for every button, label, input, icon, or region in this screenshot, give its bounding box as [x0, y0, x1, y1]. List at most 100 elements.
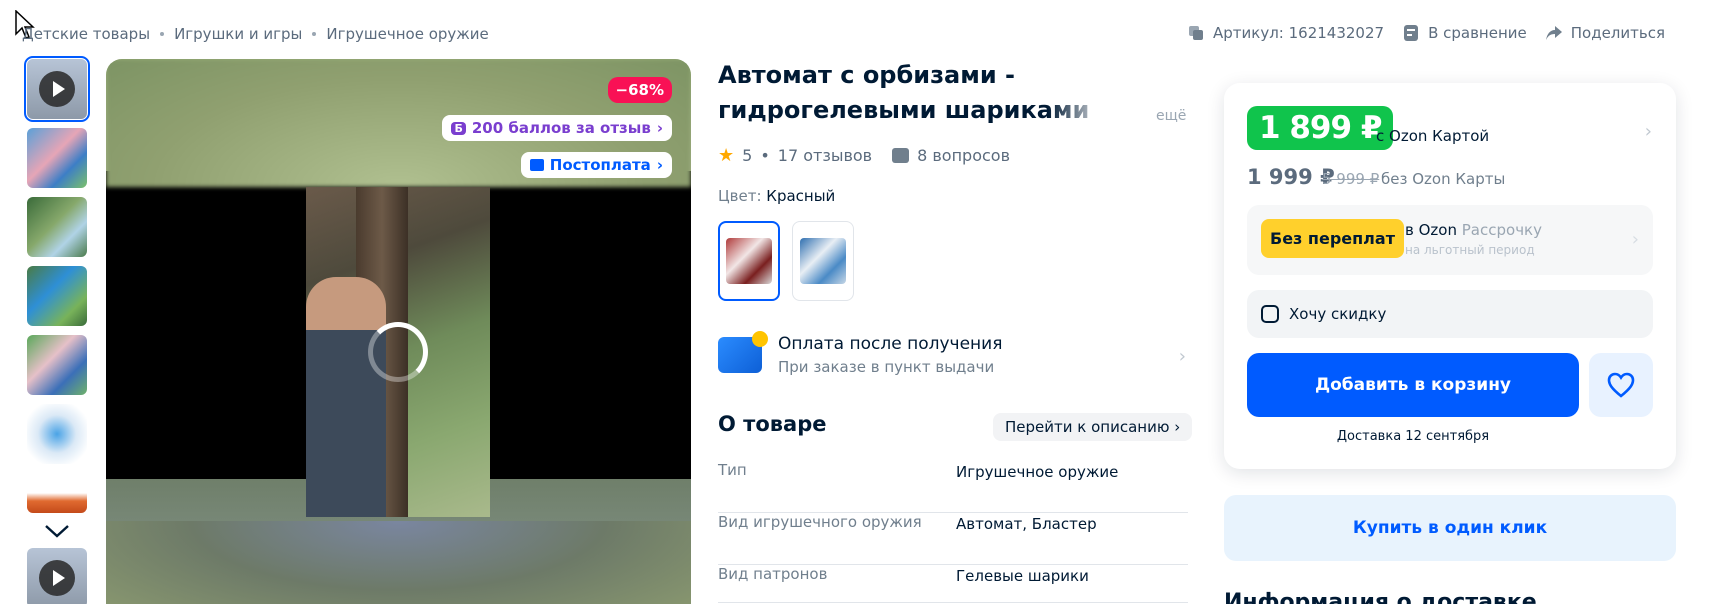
share-button[interactable]: Поделиться: [1545, 24, 1665, 42]
buy-one-click-button[interactable]: Купить в один клик: [1224, 495, 1676, 561]
delivery-info-heading: Информация о доставке: [1224, 590, 1537, 604]
title-more-link[interactable]: ещё: [1156, 108, 1186, 124]
installment-title-b: Рассрочку: [1461, 221, 1542, 239]
points-icon: Б: [451, 121, 466, 135]
price-box: 1 899 ₽ с Ozon Картой › 1 999 ₽ 5 999 ₽ …: [1224, 83, 1676, 469]
installment-offer[interactable]: Без переплат в Ozon Рассрочку на льготны…: [1247, 205, 1653, 275]
copy-icon: [1189, 26, 1203, 40]
postpay-info[interactable]: Оплата после получения При заказе в пунк…: [718, 330, 1186, 380]
compare-label: В сравнение: [1428, 24, 1527, 42]
favorite-button[interactable]: [1589, 353, 1653, 417]
spec-value: Гелевые шарики: [956, 567, 1089, 585]
delivery-date: Доставка 12 сентября: [1336, 429, 1490, 444]
card-payment-icon: [718, 331, 768, 373]
want-discount-button[interactable]: Хочу скидку: [1247, 290, 1653, 338]
postpay-subtitle: При заказе в пункт выдачи: [778, 358, 995, 376]
old-price: 5 999 ₽: [1322, 170, 1380, 188]
breadcrumb-separator: [160, 32, 165, 36]
thumbnail-image[interactable]: [27, 266, 87, 326]
thumbnail-image[interactable]: [27, 473, 87, 513]
product-video[interactable]: [306, 187, 490, 517]
copy-article-button[interactable]: Артикул: 1621432027: [1187, 24, 1384, 42]
thumbnail-image[interactable]: [27, 404, 87, 464]
spec-value: Игрушечное оружие: [956, 463, 1119, 481]
chevron-right-icon: ›: [1178, 346, 1186, 367]
spec-key: Вид игрушечного оружия: [718, 513, 922, 531]
installment-title-a: в Ozon: [1405, 221, 1457, 239]
add-to-cart-button[interactable]: Добавить в корзину: [1247, 353, 1579, 417]
article-number: Артикул: 1621432027: [1213, 24, 1385, 42]
color-label: Цвет: Красный: [718, 187, 835, 205]
review-points-badge[interactable]: Б 200 баллов за отзыв ›: [442, 115, 672, 141]
product-info: Автомат с орбизами - гидрогелевыми шарик…: [718, 58, 1188, 128]
video-backdrop: [106, 521, 691, 604]
installment-title: в Ozon Рассрочку: [1405, 221, 1542, 239]
installment-subtitle: на льготный период: [1405, 243, 1535, 257]
loading-spinner-icon: [368, 322, 428, 382]
rating-row: ★ 5 • 17 отзывов 8 вопросов: [718, 145, 1010, 166]
question-icon: [892, 148, 910, 163]
compare-button[interactable]: В сравнение: [1402, 24, 1527, 42]
questions-count: 8 вопросов: [917, 146, 1011, 165]
postpay-title: Оплата после получения: [778, 334, 1003, 354]
questions-link[interactable]: 8 вопросов: [892, 146, 1010, 165]
video-scene: [306, 277, 386, 517]
color-swatch-red[interactable]: [718, 221, 780, 301]
chevron-right-icon: ›: [656, 156, 663, 174]
spec-key: Тип: [718, 461, 747, 479]
breadcrumb-item-kids[interactable]: Детские товары: [22, 25, 150, 43]
want-discount-label: Хочу скидку: [1289, 305, 1387, 323]
spec-row: Вид игрушечного оружия Автомат, Бластер: [718, 513, 1188, 565]
star-icon: ★: [718, 145, 735, 166]
chevron-right-icon: ›: [1631, 229, 1639, 250]
spec-row: Вид патронов Гелевые шарики: [718, 565, 1188, 603]
discount-icon: [1261, 305, 1279, 323]
ozon-card-price: 1 899 ₽: [1247, 106, 1394, 150]
chevron-down-icon[interactable]: [43, 522, 71, 540]
thumbnail-image[interactable]: [27, 128, 87, 188]
spec-key: Вид патронов: [718, 565, 828, 583]
thumbnail-image[interactable]: [27, 335, 87, 395]
thumbnail-video[interactable]: [24, 56, 90, 122]
color-label-key: Цвет:: [718, 187, 762, 205]
play-icon: [39, 560, 75, 596]
rating-value: 5: [742, 146, 753, 165]
compare-icon: [1404, 25, 1419, 41]
top-actions: Артикул: 1621432027 В сравнение Поделить…: [1187, 24, 1665, 42]
rating-separator: •: [760, 146, 770, 165]
chevron-right-icon[interactable]: ›: [1645, 121, 1652, 142]
breadcrumb-item-toys[interactable]: Игрушки и игры: [174, 25, 302, 43]
title-fade: [1048, 93, 1138, 128]
go-to-description-button[interactable]: Перейти к описанию ›: [993, 413, 1193, 441]
swatch-image: [726, 238, 772, 284]
reviews-link[interactable]: 17 отзывов: [778, 146, 872, 165]
discount-badge: −68%: [607, 77, 672, 103]
breadcrumb-item-toy-weapons[interactable]: Игрушечное оружие: [326, 25, 488, 43]
about-heading: О товаре: [718, 412, 827, 436]
postpay-badge[interactable]: Постоплата ›: [520, 152, 672, 178]
share-icon: [1545, 26, 1562, 40]
product-title: Автомат с орбизами - гидрогелевыми шарик…: [718, 58, 1138, 128]
share-label: Поделиться: [1570, 24, 1665, 42]
postpay-label: Постоплата: [549, 156, 651, 174]
color-label-value: Красный: [766, 187, 836, 205]
regular-price-label: без Ozon Карты: [1381, 170, 1506, 188]
breadcrumb-separator: [312, 32, 317, 36]
heart-icon: [1607, 372, 1635, 398]
ozon-card-price-label: с Ozon Картой: [1376, 127, 1490, 145]
spec-value: Автомат, Бластер: [956, 515, 1097, 533]
play-icon: [39, 71, 75, 107]
product-gallery[interactable]: −68% Б 200 баллов за отзыв › Постоплата …: [106, 59, 691, 604]
breadcrumb: Детские товары Игрушки и игры Игрушечное…: [22, 25, 489, 43]
installment-pill: Без переплат: [1261, 219, 1404, 258]
color-swatch-blue[interactable]: [792, 221, 854, 301]
go-to-description-label: Перейти к описанию: [1005, 418, 1170, 436]
thumbnail-list: [24, 56, 90, 604]
swatch-image: [800, 238, 846, 284]
product-title-text: Автомат с орбизами - гидрогелевыми шарик…: [718, 61, 1090, 124]
chevron-right-icon: ›: [656, 119, 663, 137]
postpay-icon: [529, 159, 544, 171]
thumbnail-video[interactable]: [27, 548, 87, 604]
spec-row: Тип Игрушечное оружие: [718, 461, 1188, 513]
thumbnail-image[interactable]: [27, 197, 87, 257]
